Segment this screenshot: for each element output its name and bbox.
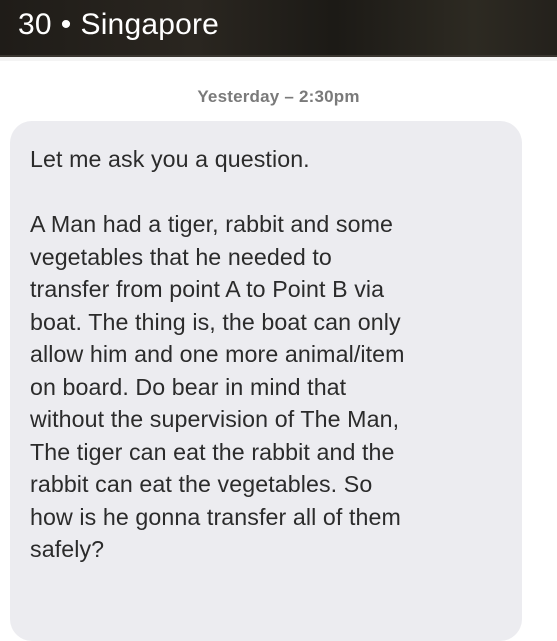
separator-dot: • (60, 8, 72, 41)
chat-header: 30 • Singapore (0, 0, 557, 57)
message-line: on board. Do bear in mind that (30, 373, 347, 400)
message-line: transfer from point A to Point B via (30, 276, 385, 302)
message-line: safely? (30, 536, 105, 562)
message-line: The tiger can eat the rabbit and the (30, 438, 395, 465)
message-line: A Man had a tiger, rabbit and some (30, 211, 394, 237)
message-line: vegetables that he needed to (30, 243, 332, 270)
message-text: Let me ask you a question. A Man had a t… (30, 143, 520, 566)
message-line: Let me ask you a question. (30, 146, 310, 172)
profile-age: 30 (18, 8, 52, 41)
profile-summary[interactable]: 30 • Singapore (18, 5, 219, 45)
message-line: allow him and one more animal/item (30, 341, 405, 367)
message-timestamp: Yesterday – 2:30pm (197, 87, 360, 106)
message-line: boat. The thing is, the boat can only (30, 308, 401, 335)
message-line: without the supervision of The Man, (30, 406, 400, 432)
profile-location: Singapore (80, 8, 220, 41)
message-line: how is he gonna transfer all of them (30, 503, 401, 530)
header-divider (0, 57, 557, 61)
message-line: rabbit can eat the vegetables. So (30, 471, 373, 497)
